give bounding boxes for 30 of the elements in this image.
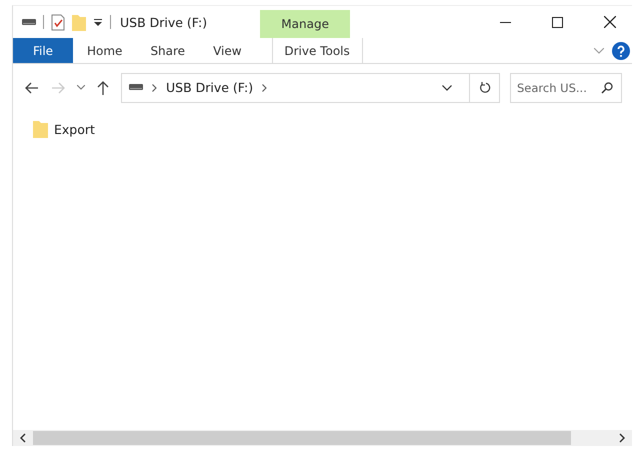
ribbon-tab[interactable]: File bbox=[13, 38, 73, 63]
close-icon bbox=[604, 16, 616, 28]
up-icon[interactable] bbox=[97, 80, 109, 94]
scrollbar-thumb[interactable] bbox=[33, 431, 572, 445]
refresh-icon bbox=[478, 81, 490, 94]
search-icon bbox=[601, 82, 613, 94]
ribbon-tab[interactable]: Home bbox=[73, 38, 136, 63]
drive-icon[interactable] bbox=[22, 18, 36, 26]
recent-dropdown-icon[interactable] bbox=[77, 85, 85, 90]
ribbon-tab[interactable]: View bbox=[199, 38, 256, 63]
properties-icon[interactable] bbox=[51, 14, 65, 30]
chevron-icon[interactable] bbox=[262, 84, 268, 92]
search-field[interactable]: Search US... bbox=[510, 72, 622, 102]
chevron-icon[interactable] bbox=[152, 84, 157, 92]
maximize-icon bbox=[552, 16, 563, 28]
dropdown-icon[interactable] bbox=[442, 84, 452, 90]
dropdown-icon[interactable] bbox=[93, 17, 103, 27]
drive-icon bbox=[129, 84, 143, 91]
ribbon-tab[interactable]: Share bbox=[136, 38, 200, 63]
help-icon[interactable] bbox=[612, 42, 630, 60]
address-bar[interactable]: USB Drive (F:) bbox=[121, 72, 500, 102]
scroll-left-icon[interactable] bbox=[19, 433, 27, 443]
context-tab-header: Manage bbox=[260, 10, 350, 38]
ribbon-tab[interactable]: Drive Tools bbox=[272, 38, 363, 63]
breadcrumb[interactable]: USB Drive (F:) bbox=[166, 80, 254, 95]
folder-name[interactable]: Export bbox=[54, 122, 95, 136]
scroll-right-icon[interactable] bbox=[618, 433, 626, 443]
back-icon[interactable] bbox=[25, 82, 39, 94]
window-title: USB Drive (F:) bbox=[120, 14, 208, 30]
expand-ribbon-icon[interactable] bbox=[594, 48, 604, 54]
